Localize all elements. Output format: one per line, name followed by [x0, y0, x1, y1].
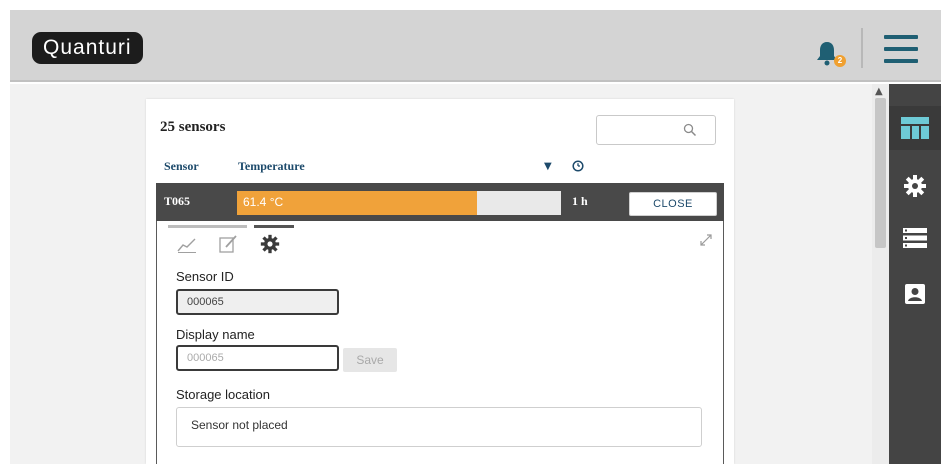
search-icon[interactable] — [683, 123, 697, 137]
sensors-card: 25 sensors Sensor Temperature ▼ T065 61.… — [146, 99, 734, 464]
dashboard-icon — [901, 117, 929, 139]
sensor-id-field-label: Sensor ID — [176, 269, 234, 284]
hamburger-menu-icon[interactable] — [884, 35, 918, 63]
tab-indicator-edit — [207, 225, 247, 228]
dropdown-caret-icon[interactable]: ▼ — [544, 161, 552, 172]
search-input[interactable] — [596, 115, 716, 145]
scroll-thumb[interactable] — [875, 98, 886, 248]
clock-icon[interactable] — [572, 160, 584, 172]
gear-icon — [904, 175, 926, 197]
gear-icon[interactable] — [259, 233, 281, 255]
tab-indicator-settings — [254, 225, 294, 228]
rail-list[interactable] — [889, 216, 941, 260]
sensor-id-field — [176, 289, 339, 315]
sensor-count-title: 25 sensors — [160, 119, 226, 135]
edit-icon[interactable] — [217, 233, 239, 255]
storage-location-field[interactable]: Sensor not placed — [176, 407, 702, 447]
rail-settings[interactable] — [889, 164, 941, 208]
tab-indicator-chart — [168, 225, 208, 228]
scroll-up-icon[interactable]: ▲ — [875, 86, 883, 97]
chart-icon[interactable] — [176, 233, 198, 255]
rail-dashboard[interactable] — [889, 106, 941, 150]
display-name-field[interactable] — [176, 345, 339, 371]
top-bar: Quanturi 2 — [10, 10, 941, 82]
last-reading-age: 1 h — [572, 194, 588, 208]
column-header-sensor[interactable]: Sensor — [164, 159, 199, 174]
rail-contacts[interactable] — [889, 272, 941, 316]
quanturi-logo[interactable]: Quanturi — [32, 32, 143, 64]
sensor-id-label: T065 — [164, 194, 191, 208]
save-button[interactable]: Save — [343, 348, 397, 372]
storage-location-field-label: Storage location — [176, 387, 270, 402]
vertical-scrollbar[interactable]: ▲ — [872, 84, 889, 464]
list-icon — [903, 228, 927, 248]
expand-icon[interactable] — [697, 231, 715, 249]
topbar-divider — [861, 28, 863, 68]
temperature-value: 61.4 °C — [243, 195, 284, 209]
column-header-temperature[interactable]: Temperature — [238, 159, 305, 174]
sensor-row[interactable]: T065 61.4 °C 1 h CLOSE — [156, 183, 724, 221]
right-nav-rail — [889, 84, 941, 464]
notification-badge: 2 — [834, 55, 846, 67]
display-name-field-label: Display name — [176, 327, 255, 342]
close-button[interactable]: CLOSE — [629, 192, 717, 216]
contact-card-icon — [905, 284, 925, 304]
sensor-detail-panel: Sensor ID Display name Save Storage loca… — [156, 221, 724, 464]
temperature-bar: 61.4 °C — [237, 191, 561, 215]
